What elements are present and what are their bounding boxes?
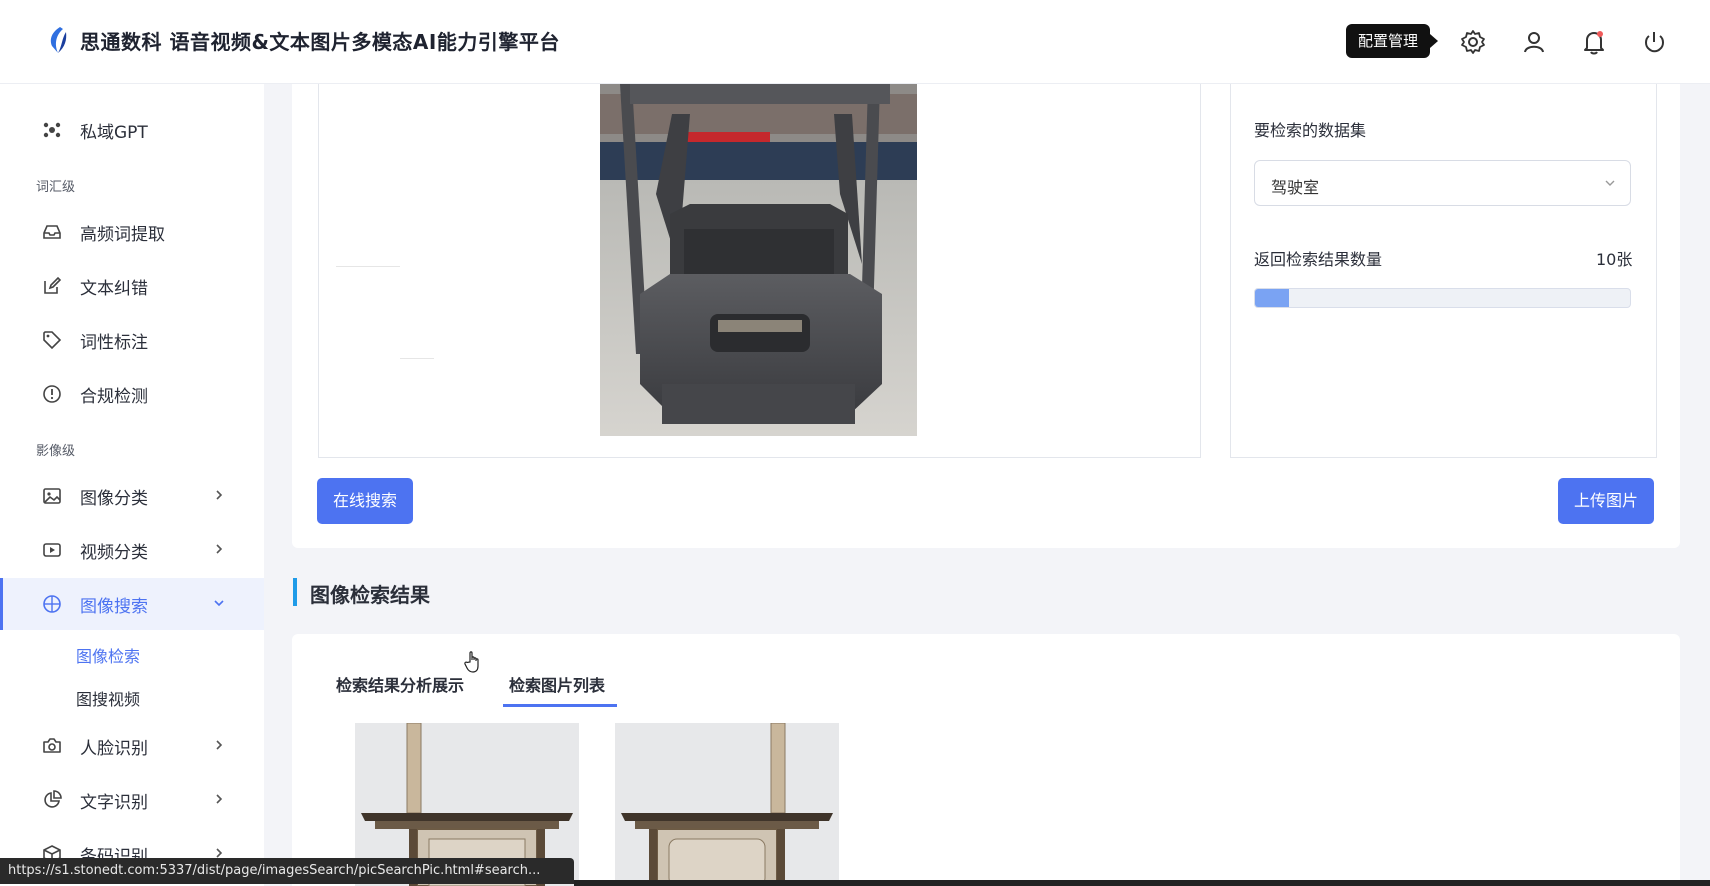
active-tab-indicator	[503, 704, 617, 707]
dataset-label: 要检索的数据集	[1254, 121, 1367, 140]
chevron-right-icon	[216, 794, 223, 804]
sidebar-item-private-gpt[interactable]: 私域GPT	[0, 104, 264, 156]
result-count-slider-fill	[1255, 289, 1289, 307]
result-count-slider[interactable]	[1254, 288, 1631, 308]
sidebar-item-compliance[interactable]: 合规检测	[0, 368, 264, 420]
bottom-strip	[574, 880, 1710, 886]
user-icon[interactable]	[1520, 28, 1548, 56]
sidebar-subitem-image-to-video[interactable]: 图搜视频	[76, 686, 140, 710]
chevron-right-icon	[216, 544, 223, 554]
sidebar-item-pos-tagging[interactable]: 词性标注	[0, 314, 264, 366]
sidebar-item-label: 文字识别	[80, 793, 148, 813]
sidebar-item-face-recognition[interactable]: 人脸识别	[0, 720, 264, 772]
sidebar-item-label: 词性标注	[80, 333, 148, 353]
result-count-value: 10张	[1596, 250, 1633, 269]
play-icon	[43, 543, 61, 557]
tab-image-list[interactable]: 检索图片列表	[509, 672, 605, 696]
uploaded-image	[600, 84, 917, 436]
sidebar-item-label: 图像分类	[80, 489, 148, 509]
sidebar-item-label: 视频分类	[80, 543, 148, 563]
dataset-select-value: 驾驶室	[1271, 178, 1320, 197]
upload-image-button[interactable]: 上传图片	[1558, 478, 1655, 524]
edit-icon	[44, 276, 62, 294]
nodes-icon	[43, 122, 61, 138]
alert-circle-icon	[43, 385, 61, 403]
tab-analysis[interactable]: 检索结果分析展示	[336, 672, 464, 696]
dataset-select[interactable]: 驾驶室	[1254, 160, 1631, 206]
section-lexical: 词汇级	[36, 180, 76, 195]
sidebar-item-label: 私域GPT	[80, 123, 148, 143]
chevron-right-icon	[216, 490, 223, 500]
bell-icon[interactable]	[1580, 28, 1608, 56]
power-icon[interactable]	[1640, 28, 1668, 56]
result-thumbnail[interactable]	[615, 723, 839, 886]
sidebar-item-video-classification[interactable]: 视频分类	[0, 524, 264, 576]
logo-icon	[50, 27, 67, 53]
sidebar-item-label: 人脸识别	[80, 739, 148, 759]
chevron-down-icon	[214, 600, 224, 607]
sidebar-item-label: 高频词提取	[80, 225, 165, 245]
crosshair-icon	[43, 595, 61, 613]
sidebar-subitem-image-retrieval[interactable]: 图像检索	[76, 643, 140, 667]
chevron-right-icon	[216, 740, 223, 750]
gear-icon[interactable]	[1459, 28, 1487, 56]
top-header: 思通数科 语音视频&文本图片多模态AI能力引擎平台 配置管理	[0, 0, 1710, 84]
hand-cursor-icon	[464, 651, 479, 673]
sidebar-item-keyword[interactable]: 高频词提取	[0, 206, 264, 258]
config-tooltip: 配置管理	[1346, 24, 1439, 58]
result-count-label: 返回检索结果数量	[1254, 250, 1383, 269]
image-icon	[43, 488, 61, 504]
inbox-icon	[43, 225, 61, 239]
tag-icon	[43, 331, 62, 350]
sidebar-item-correction[interactable]: 文本纠错	[0, 260, 264, 312]
heading-accent	[293, 578, 297, 606]
results-heading: 图像检索结果	[310, 583, 430, 607]
online-search-button[interactable]: 在线搜索	[317, 478, 414, 524]
sidebar-item-image-classification[interactable]: 图像分类	[0, 470, 264, 522]
sidebar-item-image-search[interactable]: 图像搜索	[0, 578, 264, 630]
pie-icon	[44, 790, 62, 808]
chevron-down-icon	[1605, 180, 1615, 186]
sidebar-item-label: 图像搜索	[80, 597, 148, 617]
sidebar-item-label: 合规检测	[80, 387, 148, 407]
app-title: 思通数科 语音视频&文本图片多模态AI能力引擎平台	[80, 30, 560, 54]
divider	[336, 266, 400, 267]
sidebar-item-label: 文本纠错	[80, 279, 148, 299]
divider	[400, 358, 434, 359]
section-image: 影像级	[36, 444, 76, 459]
sidebar-item-ocr[interactable]: 文字识别	[0, 774, 264, 826]
camera-icon	[43, 738, 61, 753]
browser-status-url: https://s1.stonedt.com:5337/dist/page/im…	[0, 858, 574, 884]
